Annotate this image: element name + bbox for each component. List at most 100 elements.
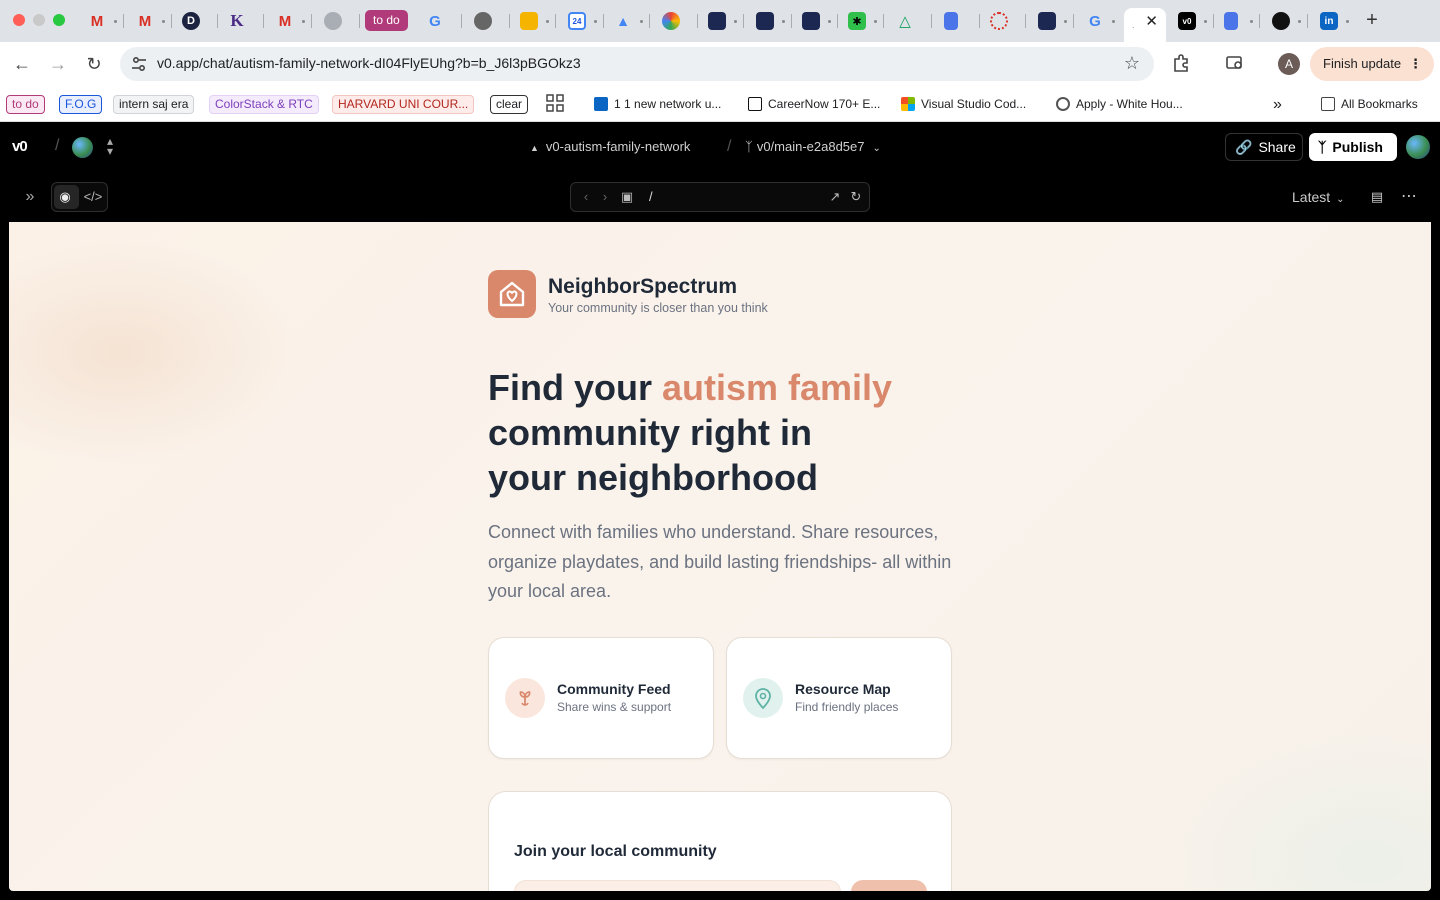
bookmark-white-house[interactable]: Apply - White Hou... (1056, 95, 1183, 114)
card-subtitle: Find friendly places (795, 700, 899, 714)
finish-update-button[interactable]: Finish update ⋮ (1310, 47, 1434, 81)
tab-classroom[interactable]: ▲ (608, 8, 652, 34)
tab-dark-app[interactable] (796, 8, 840, 34)
tab-drive[interactable]: △ (890, 8, 934, 34)
share-button[interactable]: 🔗 Share (1225, 133, 1303, 161)
code-icon[interactable]: </> (82, 186, 104, 208)
bookmark-colorstack[interactable]: ColorStack & RTC (209, 95, 319, 114)
close-tab-icon[interactable]: ✕ (1145, 12, 1158, 30)
tab-gmail[interactable]: M (82, 8, 126, 34)
tab-github[interactable] (1266, 8, 1310, 34)
mountain-icon (756, 12, 774, 30)
tab-d-app[interactable]: D (176, 8, 220, 34)
linkedin-icon: in (1320, 12, 1338, 30)
join-button[interactable] (851, 880, 927, 891)
tab-circle-app[interactable] (656, 8, 700, 34)
community-feed-card[interactable]: Community Feed Share wins & support (488, 637, 714, 759)
branch-selector[interactable]: ᛉ v0/main-e2a8d5e7 ⌄ (745, 139, 881, 154)
tab-linkedin[interactable]: in (1314, 8, 1358, 34)
project-name[interactable]: ▲ v0-autism-family-network (530, 139, 690, 154)
bookmark-clear[interactable]: clear (490, 95, 529, 114)
tab-globe[interactable] (468, 8, 512, 34)
open-external-icon[interactable]: ↗ (824, 186, 846, 208)
green-star-icon: ✱ (848, 12, 866, 30)
all-bookmarks-folder[interactable]: All Bookmarks (1321, 95, 1418, 114)
panel-layout-icon[interactable]: ▤ (1366, 186, 1388, 208)
house-heart-icon (488, 270, 536, 318)
bookmark-to-do[interactable]: to do (6, 95, 45, 114)
tab-k-app[interactable]: K (222, 8, 266, 34)
mountain-icon (802, 12, 820, 30)
tab-globe[interactable] (318, 8, 362, 34)
preview-eye-icon[interactable]: ◉ (54, 186, 76, 208)
profile-avatar[interactable]: A (1278, 53, 1300, 75)
tab-search-icon[interactable] (1224, 53, 1246, 75)
switch-team-chevron-icon[interactable]: ▴ ▾ (104, 135, 116, 157)
close-window-button[interactable] (13, 14, 25, 26)
browser-toolbar: ← → ↻ v0.app/chat/autism-family-network-… (0, 42, 1440, 86)
bookmark-linkedin-network[interactable]: 1 1 new network u... (594, 95, 721, 114)
preview-forward-icon[interactable]: › (594, 186, 616, 208)
git-branch-icon: ᛉ (745, 139, 753, 154)
address-bar[interactable]: v0.app/chat/autism-family-network-dI04Fl… (120, 47, 1154, 81)
desktop-icon[interactable]: ▣ (616, 186, 638, 208)
tab-v0[interactable]: v0 (1172, 8, 1216, 34)
project-separator: / (727, 138, 732, 155)
v0-logo-icon[interactable]: v0 (12, 138, 28, 155)
tab-docs[interactable] (938, 8, 982, 34)
tab-green-app[interactable]: ✱ (842, 8, 886, 34)
site-settings-icon[interactable] (130, 55, 148, 73)
version-selector[interactable]: Latest ⌄ (1292, 189, 1345, 205)
refresh-icon[interactable]: ↻ (845, 186, 867, 208)
tab-group-to-do[interactable]: to do (365, 10, 408, 31)
location-input[interactable] (514, 880, 841, 891)
team-avatar-orb[interactable] (72, 137, 93, 158)
maximize-window-button[interactable] (53, 14, 65, 26)
forward-button[interactable]: → (46, 52, 70, 76)
google-icon: G (429, 12, 441, 30)
user-avatar[interactable] (1406, 135, 1430, 159)
tab-dark-app[interactable] (702, 8, 746, 34)
bookmark-visual-studio[interactable]: Visual Studio Cod... (901, 95, 1026, 114)
tab-dark-app[interactable] (750, 8, 794, 34)
apps-grid-icon[interactable] (546, 94, 564, 113)
bookmark-harvard[interactable]: HARVARD UNI COUR... (332, 95, 475, 114)
google-icon: G (1089, 12, 1101, 30)
view-mode-toggle: ◉ </> (51, 182, 108, 212)
join-community-panel: Join your local community (488, 791, 952, 891)
more-options-icon[interactable]: ⋯ (1398, 186, 1420, 208)
mountain-icon (708, 12, 726, 30)
tab-google[interactable]: G (1080, 8, 1124, 34)
reload-button[interactable]: ↻ (82, 52, 106, 76)
link-icon: 🔗 (1235, 139, 1253, 155)
bookmark-fog[interactable]: F.O.G (59, 95, 103, 114)
tab-keep[interactable] (514, 8, 558, 34)
minimize-window-button[interactable] (33, 14, 45, 26)
tab-ring-app[interactable] (984, 8, 1028, 34)
resource-map-card[interactable]: Resource Map Find friendly places (726, 637, 952, 759)
tab-gmail[interactable]: M (130, 8, 174, 34)
linkedin-icon (594, 97, 608, 111)
extensions-icon[interactable] (1170, 53, 1192, 75)
tab-gmail[interactable]: M (270, 8, 314, 34)
expand-sidebar-icon[interactable]: » (19, 186, 41, 208)
back-button[interactable]: ← (10, 52, 34, 76)
k-app-icon: K (230, 11, 244, 30)
more-bookmarks-chevron-icon[interactable]: » (1273, 95, 1282, 114)
preview-path[interactable]: / (649, 189, 653, 204)
tab-calendar[interactable]: 24 (562, 8, 606, 34)
preview-url-bar[interactable]: ‹ › ▣ / ↗ ↻ (570, 182, 870, 212)
gmail-icon: M (90, 12, 104, 30)
tab-dark-app[interactable] (1032, 8, 1076, 34)
publish-button[interactable]: ᛉ Publish (1309, 133, 1397, 161)
bookmark-intern-saj-era[interactable]: intern saj era (113, 95, 195, 114)
url-text[interactable]: v0.app/chat/autism-family-network-dI04Fl… (157, 55, 581, 71)
new-tab-button[interactable]: + (1362, 9, 1382, 32)
calendar-icon: 24 (568, 12, 586, 30)
bookmark-star-icon[interactable]: ☆ (1124, 53, 1140, 74)
bookmark-careernow[interactable]: CareerNow 170+ E... (748, 95, 880, 114)
tab-docs[interactable] (1218, 8, 1262, 34)
tab-v0-active[interactable]: . ✕ (1124, 8, 1166, 42)
brand-tagline: Your community is closer than you think (548, 301, 768, 315)
tab-google[interactable]: G (420, 8, 464, 34)
